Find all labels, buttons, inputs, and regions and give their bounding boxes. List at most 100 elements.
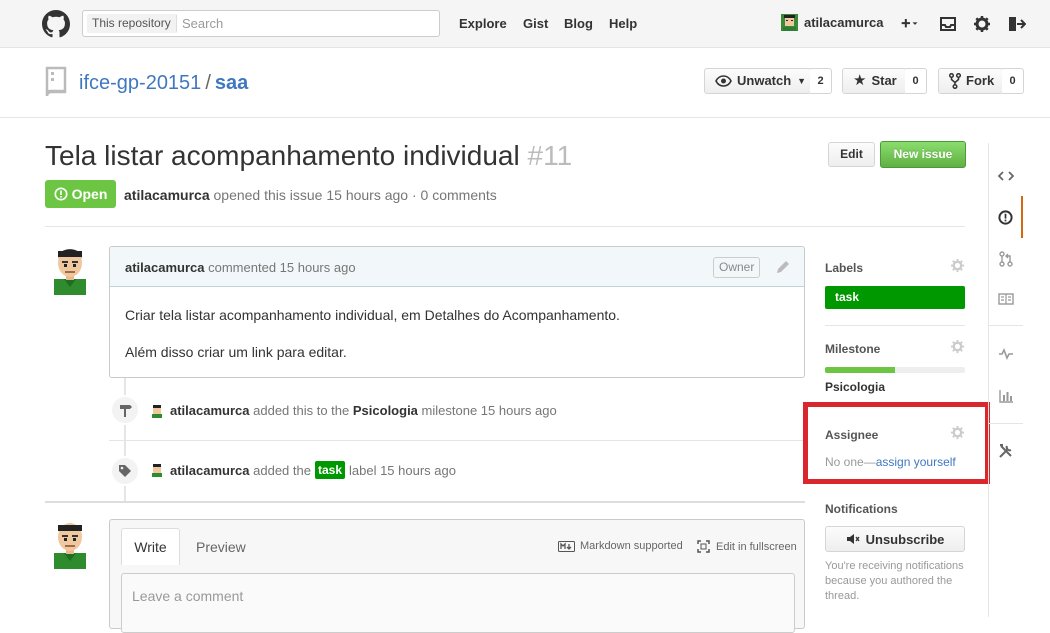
avatar[interactable] <box>50 519 90 569</box>
tab-write[interactable]: Write <box>121 528 180 565</box>
markdown-supported-link[interactable]: Markdown supported <box>558 540 683 552</box>
milestone-progress-fill <box>825 367 895 373</box>
nav-graphs[interactable] <box>989 375 1023 417</box>
nav-code[interactable] <box>989 155 1023 197</box>
markdown-icon <box>558 540 575 552</box>
sign-out-icon[interactable] <box>1006 14 1026 34</box>
unwatch-label: Unwatch <box>737 73 792 88</box>
repo-header: ifce-gp-20151/saa Unwatch ▼ 2 ★ Star 0 F… <box>0 48 1050 118</box>
header-divider <box>45 226 965 227</box>
milestone-heading: Milestone <box>825 342 881 356</box>
issue-title: Tela listar acompanhamento individual #1… <box>45 140 572 172</box>
user-menu[interactable]: atilacamurca <box>781 14 884 31</box>
avatar[interactable] <box>50 245 90 295</box>
labels-gear-icon[interactable] <box>950 258 965 273</box>
event-text: added this to the <box>253 403 350 418</box>
comment-header: atilacamurca commented 15 hours ago Owne… <box>110 247 804 287</box>
mute-icon <box>846 534 860 544</box>
repo-separator: / <box>205 72 211 94</box>
status-badge: Open <box>45 180 116 208</box>
fork-label: Fork <box>966 73 995 88</box>
issue-author-link[interactable]: atilacamurca <box>124 187 210 203</box>
issue-opened-icon <box>997 209 1013 225</box>
star-count[interactable]: 0 <box>905 68 927 94</box>
avatar[interactable] <box>150 403 164 418</box>
unsubscribe-button[interactable]: Unsubscribe <box>825 526 965 552</box>
comment-body: Criar tela listar acompanhamento individ… <box>110 287 804 398</box>
settings-gear-icon[interactable] <box>972 14 992 34</box>
repo-title: ifce-gp-20151/saa <box>79 72 248 95</box>
tab-preview[interactable]: Preview <box>196 539 246 555</box>
task-label[interactable]: task <box>314 461 345 479</box>
book-icon <box>998 293 1014 305</box>
label-event-badge <box>110 456 140 486</box>
comment-author-link[interactable]: atilacamurca <box>125 260 205 275</box>
new-issue-button[interactable]: New issue <box>880 141 966 168</box>
nav-issues[interactable] <box>989 196 1023 238</box>
fullscreen-note: Edit in fullscreen <box>716 540 797 553</box>
owner-badge: Owner <box>713 257 761 278</box>
sidebar-divider <box>825 325 965 326</box>
star-button[interactable]: ★ Star <box>842 68 906 94</box>
event-user-link[interactable]: atilacamurca <box>170 463 250 478</box>
milestone-link[interactable]: Psicologia <box>353 403 418 418</box>
fork-count[interactable]: 0 <box>1002 68 1024 94</box>
fullscreen-button[interactable]: Edit in fullscreen <box>697 540 797 553</box>
milestone-event-badge <box>110 395 140 425</box>
issue-meta: atilacamurca opened this issue 15 hours … <box>124 187 497 203</box>
timeline-event-label: atilacamurca added the task label 15 hou… <box>150 461 456 479</box>
pencil-icon[interactable] <box>775 259 791 275</box>
code-icon <box>998 171 1014 181</box>
issue-title-text: Tela listar acompanhamento individual <box>45 140 520 171</box>
star-label: Star <box>871 73 897 88</box>
nav-blog[interactable]: Blog <box>564 16 593 31</box>
timeline-event-milestone: atilacamurca added this to the Psicologi… <box>150 403 557 418</box>
inbox-icon[interactable] <box>938 14 958 34</box>
milestone-link[interactable]: Psicologia <box>825 380 885 394</box>
nav-pull-requests[interactable] <box>989 238 1023 280</box>
graph-icon <box>998 390 1013 403</box>
avatar[interactable] <box>150 463 164 477</box>
sidebar-label-task[interactable]: task <box>825 286 965 309</box>
notifications-heading: Notifications <box>825 502 898 516</box>
nav-wiki[interactable] <box>989 278 1023 320</box>
issue-comment: atilacamurca commented 15 hours ago Owne… <box>109 246 805 378</box>
comment-author-line: atilacamurca commented 15 hours ago <box>125 260 356 275</box>
tag-icon <box>119 465 131 477</box>
comment-time[interactable]: commented 15 hours ago <box>208 260 355 275</box>
markdown-note: Markdown supported <box>580 540 683 552</box>
repo-owner-link[interactable]: ifce-gp-20151 <box>79 72 201 94</box>
site-header: This repository Search Explore Gist Blog… <box>0 0 1050 48</box>
search-input[interactable]: Search <box>182 16 223 31</box>
star-icon: ★ <box>853 72 867 89</box>
fullscreen-icon <box>697 540 710 553</box>
nav-explore[interactable]: Explore <box>459 16 507 31</box>
highlight-box <box>803 402 990 484</box>
eye-icon <box>715 75 732 87</box>
nav-gist[interactable]: Gist <box>523 16 548 31</box>
issue-number: #11 <box>527 140 573 171</box>
event-user-link[interactable]: atilacamurca <box>170 403 250 418</box>
labels-heading: Labels <box>825 261 864 275</box>
nav-pulse[interactable] <box>989 333 1023 375</box>
repo-nav <box>988 143 1023 617</box>
timeline-divider <box>109 440 805 441</box>
fork-icon <box>949 73 961 89</box>
search-box[interactable]: This repository Search <box>82 10 440 37</box>
nav-help[interactable]: Help <box>609 16 637 31</box>
new-comment-form: Write Preview Markdown supported Edit in… <box>109 519 805 633</box>
milestone-gear-icon[interactable] <box>950 339 965 354</box>
comment-textarea[interactable]: Leave a comment <box>121 573 795 633</box>
comment-paragraph: Além disso criar um link para editar. <box>125 344 347 361</box>
event-text: added the <box>253 462 311 478</box>
nav-settings[interactable] <box>989 430 1023 472</box>
plus-dropdown-icon[interactable] <box>900 14 920 34</box>
fork-button[interactable]: Fork <box>938 68 1003 94</box>
edit-button[interactable]: Edit <box>828 142 875 167</box>
unwatch-button[interactable]: Unwatch ▼ <box>704 68 811 94</box>
pulse-icon <box>999 348 1013 360</box>
github-logo-icon[interactable] <box>42 10 70 38</box>
timeline-end-divider <box>45 501 805 503</box>
watch-count[interactable]: 2 <box>810 68 832 94</box>
repo-name-link[interactable]: saa <box>215 72 248 94</box>
